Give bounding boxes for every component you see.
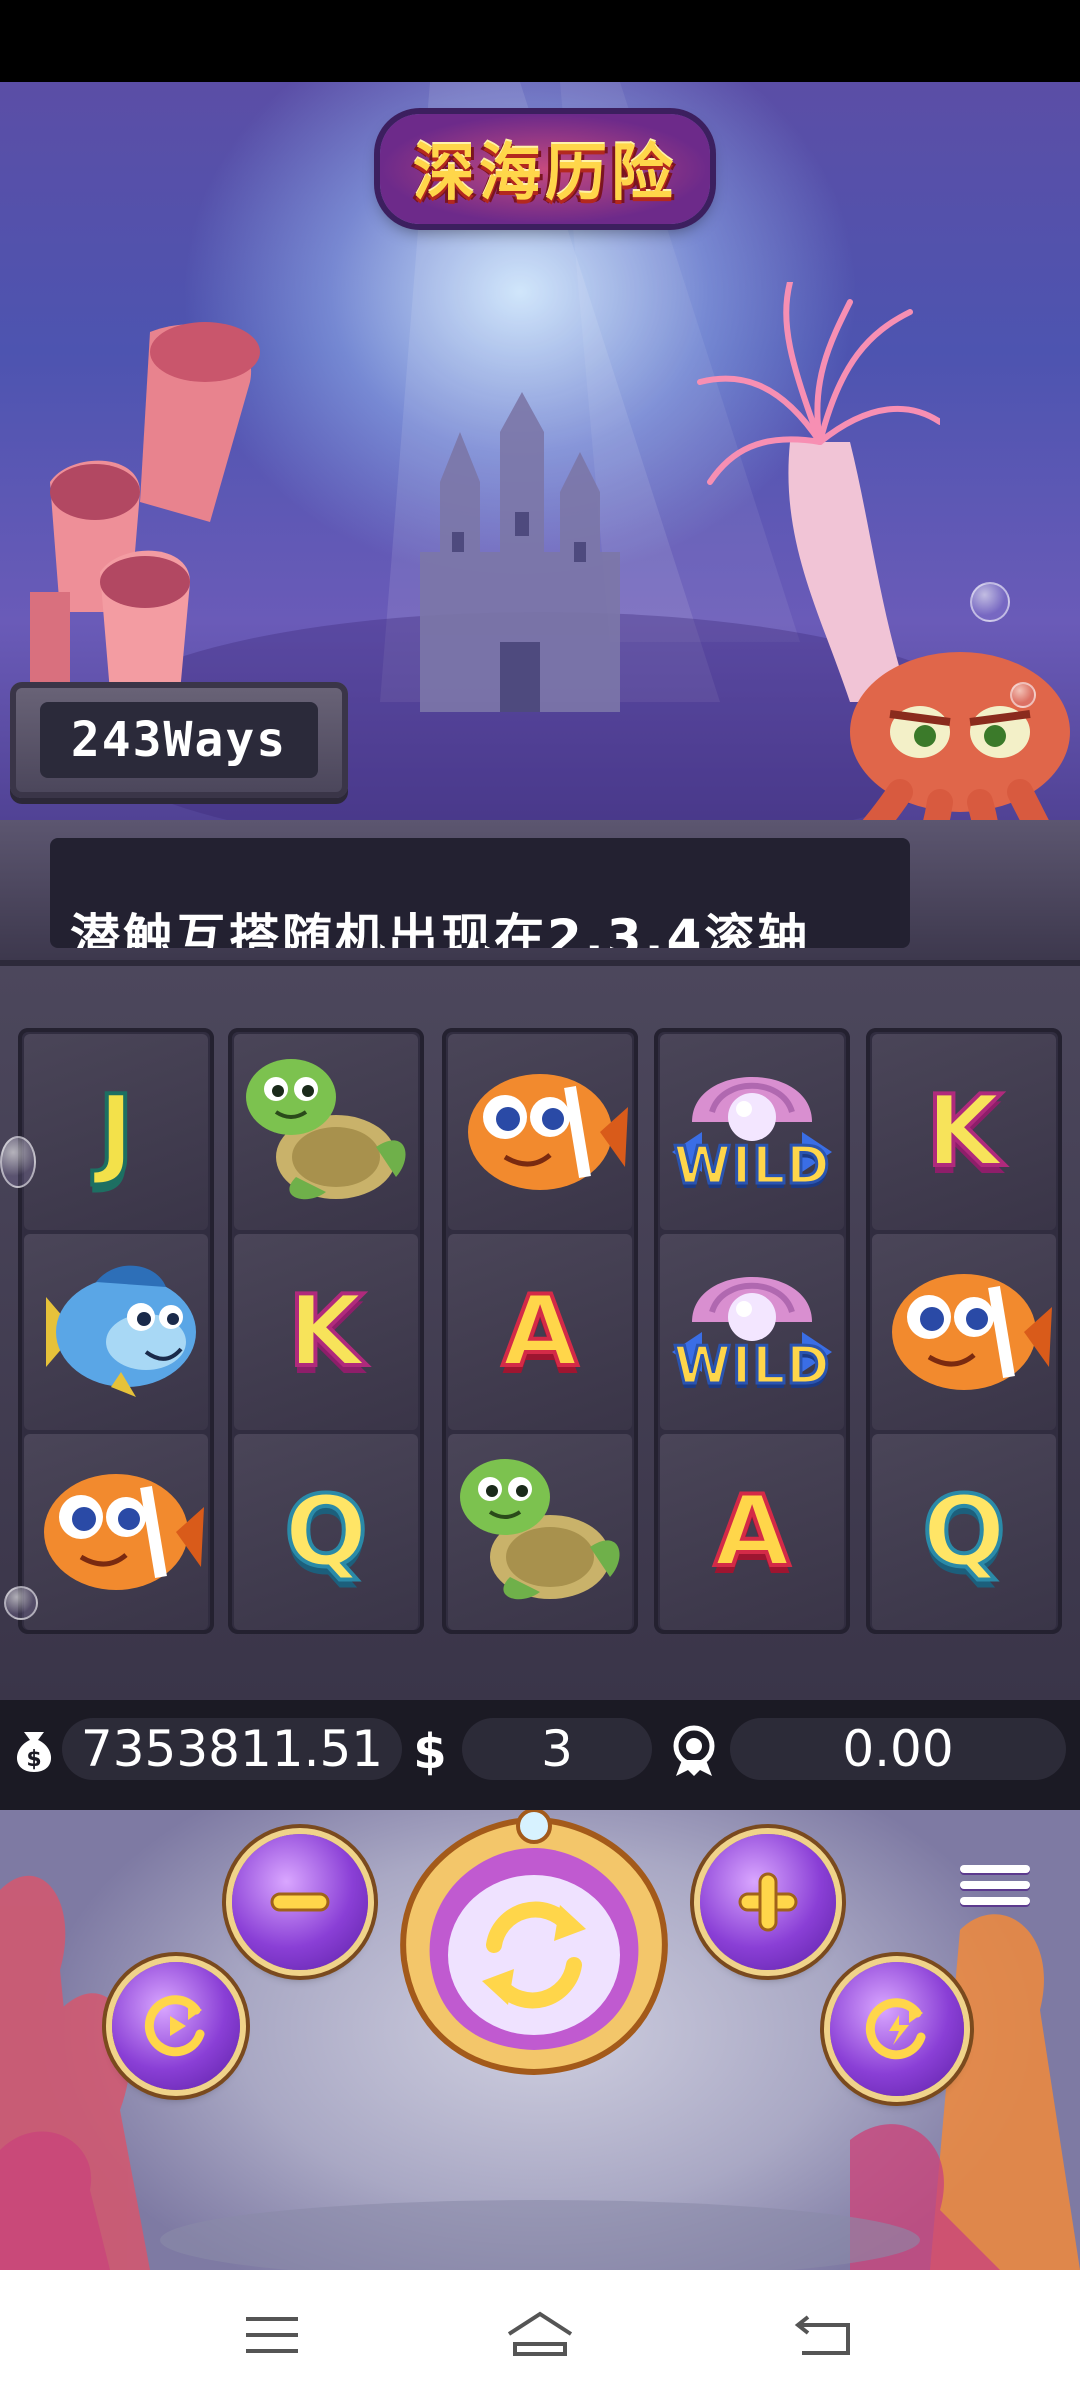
recent-apps-button[interactable] [232,2295,312,2375]
bubble [4,1586,38,1620]
info-bar: $ 7353811.51 $ 3 0.00 [0,1700,1080,1810]
balance-pill: 7353811.51 [62,1718,402,1780]
symbol-q: Q [920,1475,1007,1589]
marquee-text: 潜触互搭随机出现在2,3,4滚轴 [70,909,811,948]
game-title: 深海历险 [412,136,677,209]
win-value: 0.00 [842,1720,954,1778]
status-area [0,0,1080,82]
turbo-icon [865,1998,926,2060]
award-icon [664,1720,724,1780]
svg-text:$: $ [413,1724,446,1778]
symbol-q: Q [282,1475,369,1589]
autoplay-button[interactable] [112,1962,240,2090]
clownfish-symbol [468,1074,628,1190]
reel-cell: Q [234,1434,418,1630]
back-icon [794,2315,850,2355]
symbol-k: K [286,1275,366,1389]
menu-icon-bar [960,1881,1030,1889]
spin-icon [482,1901,586,2009]
game-title-sign: 深海历险 [360,92,730,242]
bubble [970,582,1010,622]
reel-cell: J [24,1034,208,1230]
autoplay-icon [144,1995,205,2057]
minus-button[interactable] [232,1834,368,1970]
marquee-slot: 潜触互搭随机出现在2,3,4滚轴 [50,838,910,948]
menu-icon-bar [960,1897,1030,1905]
symbol-a: A [712,1475,792,1589]
win-pill: 0.00 [730,1718,1066,1780]
sea-anemone [697,282,940,702]
reel-3: A [442,1028,638,1634]
home-icon [507,2311,573,2356]
blue-fish-symbol [46,1265,196,1397]
turtle-symbol [460,1459,620,1600]
reel-cell [24,1234,208,1430]
dollar-icon: $ [400,1720,460,1780]
ways-plaque: 243Ways [10,682,348,798]
bet-value: 3 [541,1720,573,1778]
svg-text:$: $ [26,1747,41,1772]
reel-cell: Q [872,1434,1056,1630]
reel-5: K Q [866,1028,1062,1634]
reel-cell [448,1434,632,1630]
wild-label: WILD [672,1335,831,1398]
bet-pill[interactable]: 3 [462,1718,652,1780]
reel-cell: WILD [660,1034,844,1230]
symbol-a: A [500,1275,580,1389]
clownfish-symbol [892,1274,1052,1390]
reel-cell: A [448,1234,632,1430]
system-nav-bar [0,2270,1080,2400]
reel-cell [234,1034,418,1230]
menu-icon-bar [960,1865,1030,1873]
symbol-k: K [924,1075,1004,1189]
game-screen: 深海历险 243Ways 潜触互搭随机出现在2,3,4滚轴 J K Q A WI… [0,0,1080,2400]
symbol-j: J [96,1075,137,1189]
bubble [1010,682,1036,708]
reels-frame: J K Q A WILD WILD A K Q [0,960,1080,1700]
plus-button[interactable] [700,1834,836,1970]
clownfish-symbol [44,1474,204,1590]
turbo-button[interactable] [830,1962,964,2096]
home-button[interactable] [500,2295,580,2375]
wild-label: WILD [672,1135,831,1198]
reel-cell [448,1034,632,1230]
reel-cell: WILD [660,1234,844,1430]
reel-cell: K [234,1234,418,1430]
turtle-symbol [246,1059,406,1200]
spin-button[interactable] [384,1810,684,2080]
plus-icon [738,1872,798,1932]
wild-symbol: WILD [662,1242,842,1422]
balance-value: 7353811.51 [80,1720,384,1778]
money-bag-icon: $ [4,1720,64,1780]
wild-symbol: WILD [662,1042,842,1222]
reel-cell: A [660,1434,844,1630]
control-panel [0,1810,1080,2270]
ways-label: 243Ways [70,712,288,768]
reel-cell: K [872,1034,1056,1230]
menu-button[interactable] [960,1850,1030,1920]
tube-coral [30,322,260,712]
reel-2: K Q [228,1028,424,1634]
reel-cell [872,1234,1056,1430]
reel-4: WILD WILD A [654,1028,850,1634]
marquee-bar: 潜触互搭随机出现在2,3,4滚轴 [0,820,1080,960]
minus-icon [270,1892,330,1912]
bubble [0,1136,36,1188]
ways-inner: 243Ways [40,702,318,778]
back-button[interactable] [784,2295,864,2375]
castle [420,392,620,712]
menu-icon [246,2317,298,2353]
reel-1: J [18,1028,214,1634]
reel-cell [24,1434,208,1630]
